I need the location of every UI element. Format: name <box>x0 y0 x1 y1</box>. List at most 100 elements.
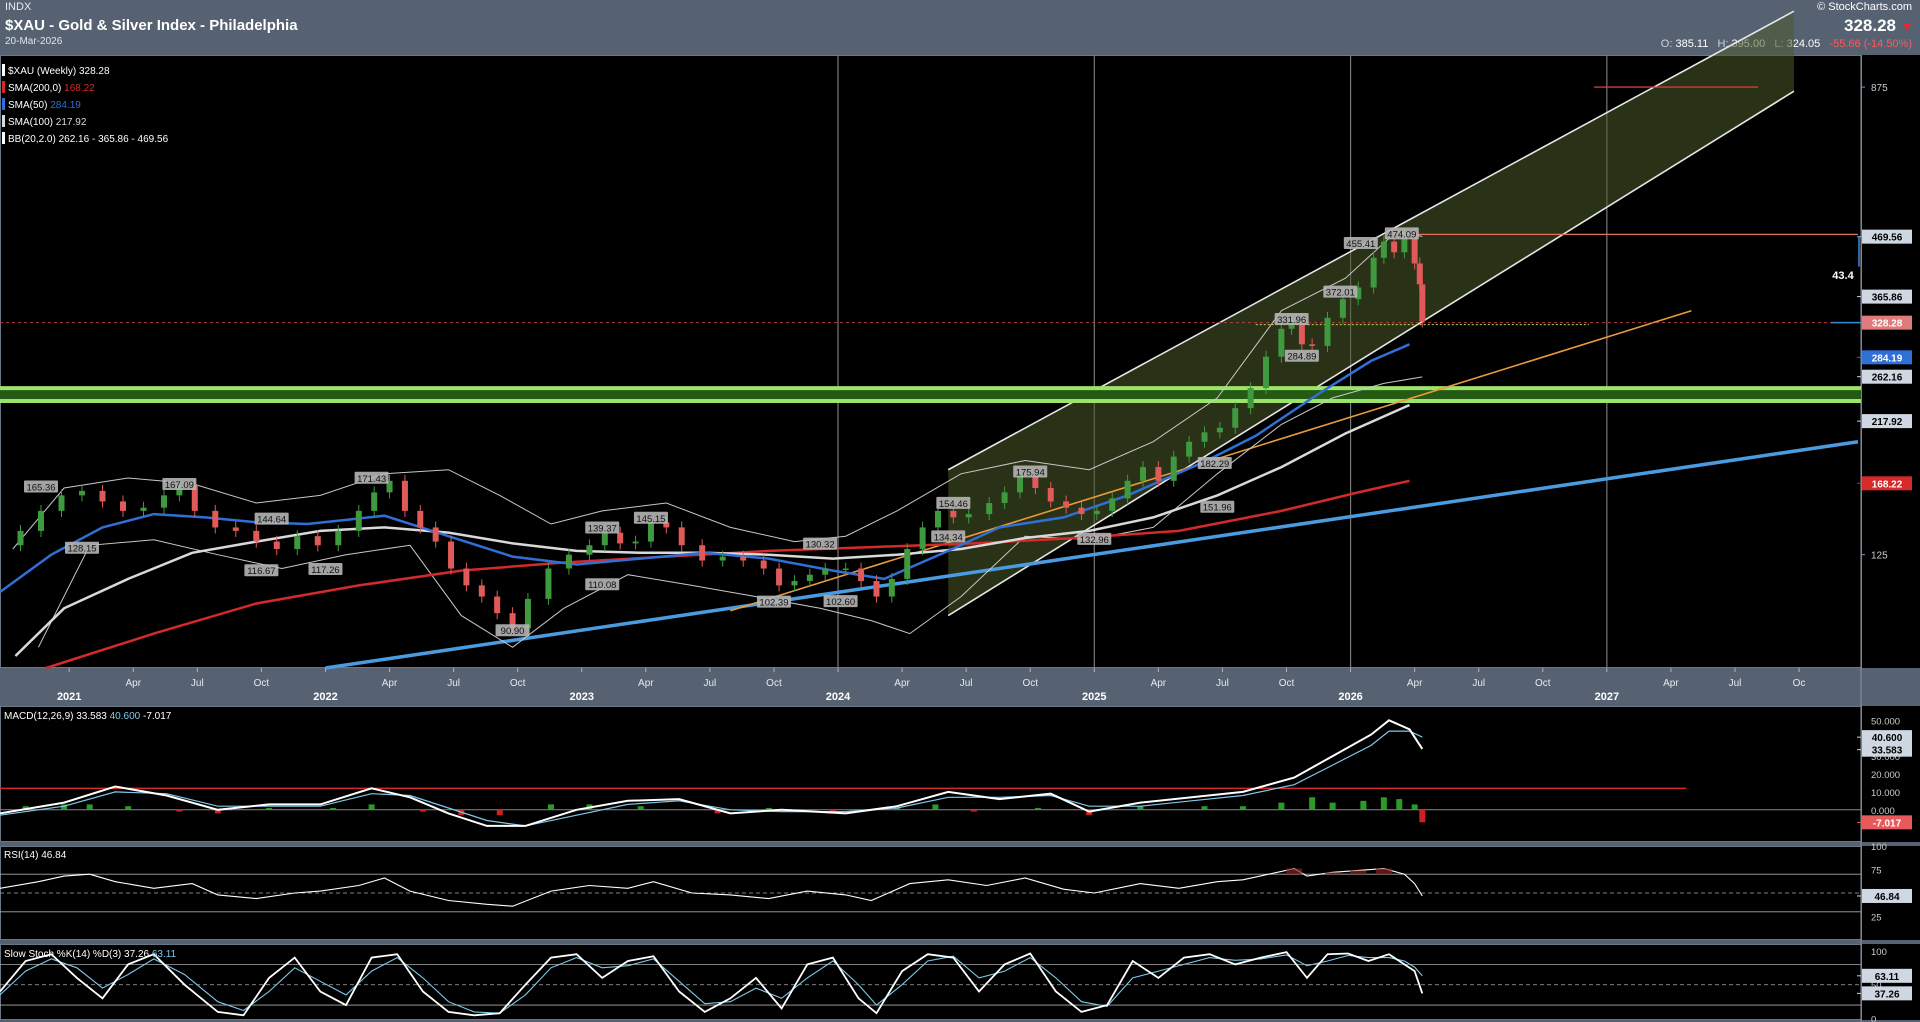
candle-body <box>58 495 65 511</box>
date-axis-label: Oct <box>510 678 526 689</box>
candle-body <box>417 510 424 528</box>
candle-body <box>212 510 219 528</box>
candle-body <box>950 510 957 518</box>
date-axis-label: Apr <box>1151 678 1167 689</box>
candle-body <box>791 581 798 586</box>
candle-body <box>524 598 531 629</box>
macd-axis-label: 10.000 <box>1871 788 1900 799</box>
candle-body <box>919 527 926 549</box>
macd-axis-label: 20.000 <box>1871 770 1900 781</box>
legend-label: BB(20,2.0) <box>8 134 59 145</box>
macd-hist-bar <box>1380 797 1387 810</box>
date-axis-label: Apr <box>1407 678 1423 689</box>
macd-legend: MACD(12,26,9) 33.583 40.600 -7.017 <box>4 711 172 722</box>
price-annotation: 167.09 <box>165 480 194 491</box>
macd-legend-part: -7.017 <box>143 711 172 722</box>
price-right-label: 284.19 <box>1872 353 1903 364</box>
price-annotation: 171.43 <box>357 474 386 485</box>
legend-value: 284.19 <box>50 100 81 111</box>
macd-hist-bar <box>496 809 503 816</box>
date-axis-label: Apr <box>638 678 654 689</box>
macd-hist-bar <box>266 808 273 810</box>
date-axis-label: 2025 <box>1082 691 1106 703</box>
candle-body <box>478 585 485 597</box>
candle-body <box>432 527 439 542</box>
candle-body <box>463 568 470 586</box>
price-right-label: 262.16 <box>1872 373 1903 384</box>
price-right-label: 328.28 <box>1872 319 1903 330</box>
candle-body <box>253 530 260 542</box>
candle-body <box>1370 257 1377 288</box>
candle-body <box>858 568 865 582</box>
rsi-legend: RSI(14) 46.84 <box>4 850 67 861</box>
price-annotation: 128.15 <box>67 544 96 555</box>
price-annotation: 134.34 <box>934 532 963 543</box>
legend-entry: SMA(50) 284.19 <box>8 100 81 111</box>
price-annotation: 154.46 <box>939 499 968 510</box>
candle-body <box>1391 241 1398 253</box>
price-annotation: 331.96 <box>1277 315 1306 326</box>
candle-body <box>17 530 24 546</box>
candle-body <box>79 490 86 496</box>
rsi-overbought-fill <box>1324 872 1341 875</box>
legend-entry: BB(20,2.0) 262.16 - 365.86 - 469.56 <box>8 134 169 145</box>
legend-swatch <box>2 81 5 93</box>
date-axis-label: Oct <box>254 678 270 689</box>
legend-swatch <box>2 98 5 110</box>
price-annotation: 151.96 <box>1203 503 1232 514</box>
candle-body <box>1247 388 1254 409</box>
candle-body <box>740 556 747 561</box>
macd-hist-bar <box>1201 806 1208 810</box>
macd-hist-bar <box>1411 804 1418 810</box>
macd-right-label: 33.583 <box>1872 746 1903 757</box>
date-axis-label: Apr <box>1663 678 1679 689</box>
candle-body <box>965 514 972 518</box>
macd-hist-bar <box>1239 806 1246 810</box>
date-axis-label: 2021 <box>57 691 81 703</box>
legend-label: SMA(100) <box>8 117 56 128</box>
price-annotation: 144.64 <box>257 515 286 526</box>
date-axis-label: Jul <box>1472 678 1485 689</box>
macd-hist-bar <box>1329 802 1336 810</box>
macd-hist-bar <box>330 808 337 810</box>
price-axis-label: 125 <box>1871 551 1888 562</box>
legend-value: 168.22 <box>64 83 95 94</box>
macd-axis-label: 0.000 <box>1871 806 1895 817</box>
candle-body <box>1155 467 1162 481</box>
stoch-pane <box>0 944 1920 1020</box>
date-axis-label: 2027 <box>1595 691 1619 703</box>
candle-body <box>273 541 280 549</box>
macd-hist-bar <box>970 809 977 812</box>
candle-body <box>1419 284 1426 322</box>
rsi-right-label: 46.84 <box>1874 892 1899 903</box>
candle-body <box>1216 427 1223 433</box>
legend-label: $XAU (Weekly) <box>8 66 79 77</box>
candle-body <box>601 532 608 546</box>
legend-label: SMA(200,0) <box>8 83 64 94</box>
candle-body <box>934 510 941 528</box>
candle-body <box>632 541 639 544</box>
candle-body <box>617 532 624 544</box>
macd-hist-bar <box>1034 808 1041 810</box>
macd-legend-part: MACD(12,26,9) <box>4 711 76 722</box>
date-axis-label: Jul <box>447 678 460 689</box>
date-axis-label: Jul <box>191 678 204 689</box>
candle-body <box>719 556 726 561</box>
candle-body <box>1093 510 1100 515</box>
candle-body <box>314 536 321 546</box>
legend-swatch <box>2 64 5 76</box>
macd-hist-bar <box>1278 802 1285 810</box>
date-axis-label: Jul <box>703 678 716 689</box>
price-annotation: 165.36 <box>26 482 55 493</box>
macd-hist-bar <box>1419 809 1426 823</box>
macd-hist-bar <box>1360 800 1367 810</box>
candle-body <box>806 574 813 582</box>
price-annotation: 175.94 <box>1016 468 1045 479</box>
macd-hist-bar <box>1309 797 1316 810</box>
date-axis-label: Oct <box>766 678 782 689</box>
candle-body <box>1324 317 1331 346</box>
stock-chart[interactable]: 165.36 167.09 128.15 144.64 116.67 117.26 171.… <box>0 0 1920 1022</box>
candle-body <box>371 492 378 511</box>
measure-label: 43.4 <box>1832 270 1854 282</box>
date-axis-label: Jul <box>1216 678 1229 689</box>
